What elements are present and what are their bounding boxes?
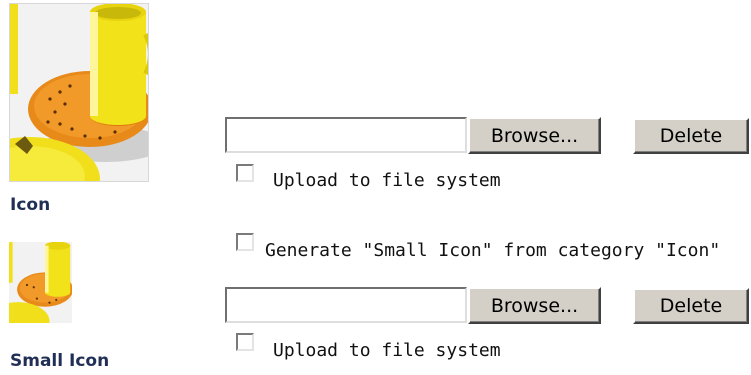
icon-upload-to-filesystem-label: Upload to file system [273, 170, 501, 191]
cup-and-saucer-small-image [9, 242, 72, 323]
small-icon-caption: Small Icon [10, 351, 110, 371]
icon-caption: Icon [10, 195, 51, 215]
small-icon-upload-to-filesystem-checkbox[interactable] [236, 333, 254, 351]
icon-delete-button[interactable]: Delete [633, 118, 749, 154]
icon-thumbnail [9, 3, 149, 182]
small-icon-browse-button[interactable]: Browse... [468, 287, 601, 324]
small-icon-upload-to-filesystem-label: Upload to file system [273, 340, 501, 361]
small-icon-delete-button[interactable]: Delete [633, 288, 749, 324]
generate-small-icon-label: Generate "Small Icon" from category "Ico… [265, 240, 721, 261]
icon-upload-to-filesystem-checkbox[interactable] [236, 164, 254, 182]
generate-small-icon-checkbox[interactable] [236, 233, 254, 251]
icon-file-path-input[interactable] [225, 117, 467, 153]
cup-and-saucer-image [10, 4, 148, 181]
icon-browse-button[interactable]: Browse... [468, 117, 601, 154]
small-icon-thumbnail [9, 242, 72, 323]
small-icon-file-path-input[interactable] [225, 287, 467, 323]
